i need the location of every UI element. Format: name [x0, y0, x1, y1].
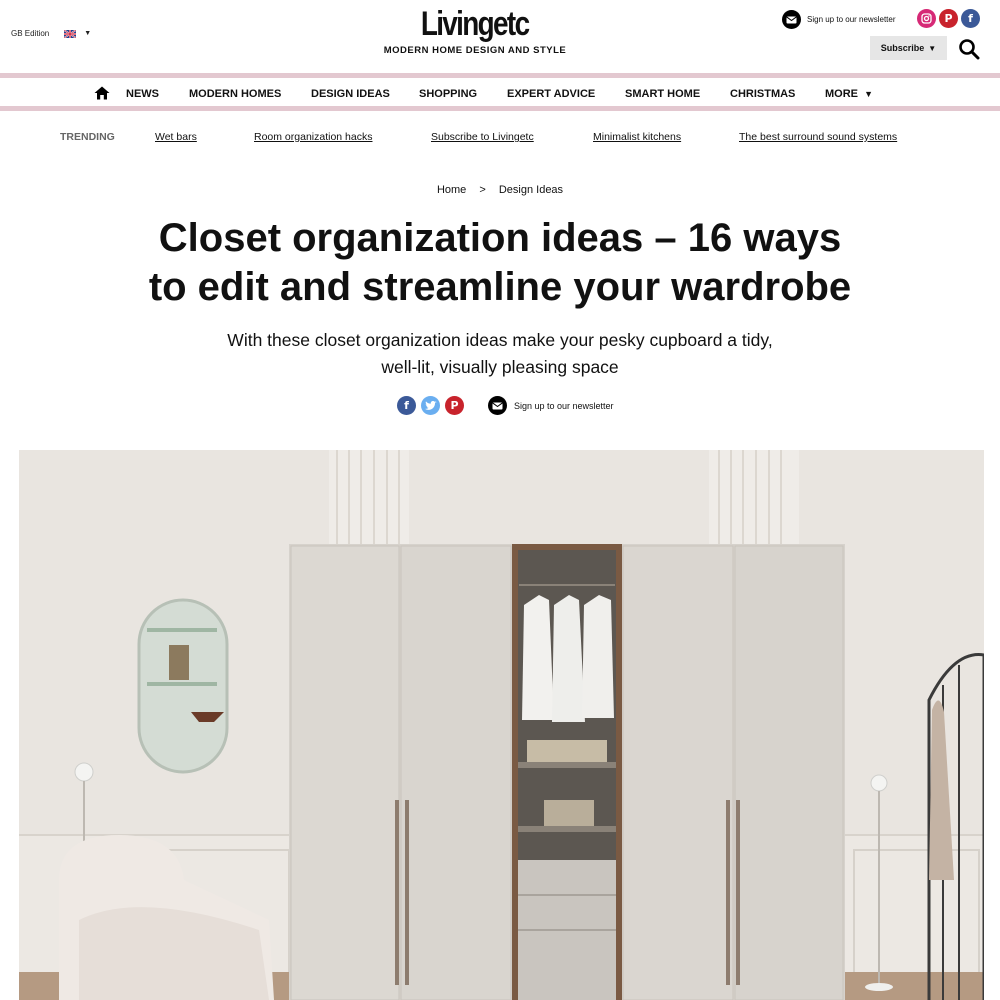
trending-link-wet-bars[interactable]: Wet bars — [155, 131, 197, 143]
article-subtitle-line-2: well-lit, visually pleasing space — [381, 357, 619, 377]
breadcrumb-design-ideas[interactable]: Design Ideas — [499, 184, 563, 196]
breadcrumb-separator: > — [479, 184, 486, 196]
mail-icon[interactable] — [488, 396, 507, 415]
nav-item-shopping[interactable]: SHOPPING — [419, 88, 477, 100]
instagram-icon[interactable] — [917, 9, 936, 28]
nav-item-smart-home[interactable]: SMART HOME — [625, 88, 700, 100]
chevron-down-icon: ▼ — [928, 43, 937, 53]
logo-text: Livingetc — [421, 5, 530, 43]
facebook-icon[interactable]: f — [961, 9, 980, 28]
social-links-header: P f — [917, 9, 980, 28]
hero-image — [19, 450, 984, 1000]
nav-item-modern-homes[interactable]: MODERN HOMES — [189, 88, 281, 100]
breadcrumb: Home > Design Ideas — [0, 184, 1000, 196]
trending-link-minimalist-kitchens[interactable]: Minimalist kitchens — [593, 131, 681, 143]
nav-divider-bottom — [0, 106, 1000, 111]
article-subtitle-line-1: With these closet organization ideas mak… — [227, 330, 773, 350]
share-pinterest-icon[interactable]: P — [445, 396, 464, 415]
share-facebook-icon[interactable]: f — [397, 396, 416, 415]
chevron-down-icon: ▼ — [864, 89, 873, 99]
share-bar: f P Sign up to our newsletter — [397, 396, 614, 415]
wardrobe-photo — [19, 450, 984, 1000]
mail-icon — [782, 10, 801, 29]
home-icon[interactable] — [94, 86, 110, 100]
trending-label: TRENDING — [60, 131, 115, 143]
site-logo[interactable]: Livingetc MODERN HOME DESIGN AND STYLE — [380, 4, 570, 56]
trending-link-surround-sound[interactable]: The best surround sound systems — [739, 131, 897, 143]
article-title-line-2: to edit and streamline your wardrobe — [148, 265, 852, 309]
article-title-line-1: Closet organization ideas – 16 ways — [158, 216, 842, 260]
nav-item-expert-advice[interactable]: EXPERT ADVICE — [507, 88, 595, 100]
site-tagline: MODERN HOME DESIGN AND STYLE — [383, 45, 567, 56]
subscribe-button[interactable]: Subscribe ▼ — [870, 36, 947, 60]
nav-more-label: MORE — [825, 88, 858, 100]
trending-link-subscribe[interactable]: Subscribe to Livingetc — [431, 131, 534, 143]
article-title: Closet organization ideas – 16 ways to e… — [80, 214, 920, 312]
search-icon[interactable] — [958, 38, 980, 60]
article-subtitle: With these closet organization ideas mak… — [180, 327, 820, 381]
nav-item-christmas[interactable]: CHRISTMAS — [730, 88, 795, 100]
share-twitter-icon[interactable] — [421, 396, 440, 415]
edition-label: GB Edition — [11, 29, 50, 38]
share-newsletter-link[interactable]: Sign up to our newsletter — [514, 401, 614, 411]
nav-item-news[interactable]: NEWS — [126, 88, 159, 100]
site-header: GB Edition ▼ Livingetc MODERN HOME DESIG… — [0, 0, 1000, 73]
nav-item-design-ideas[interactable]: DESIGN IDEAS — [311, 88, 390, 100]
trending-link-room-organization[interactable]: Room organization hacks — [254, 131, 372, 143]
pinterest-icon[interactable]: P — [939, 9, 958, 28]
nav-item-more[interactable]: MORE ▼ — [825, 88, 873, 100]
edition-selector[interactable]: GB Edition ▼ — [11, 29, 91, 38]
subscribe-label: Subscribe — [880, 43, 925, 53]
chevron-down-icon: ▼ — [84, 30, 92, 37]
uk-flag-icon — [64, 29, 77, 38]
newsletter-label: Sign up to our newsletter — [807, 15, 896, 24]
newsletter-link-header[interactable]: Sign up to our newsletter — [782, 10, 896, 29]
breadcrumb-home[interactable]: Home — [437, 184, 466, 196]
